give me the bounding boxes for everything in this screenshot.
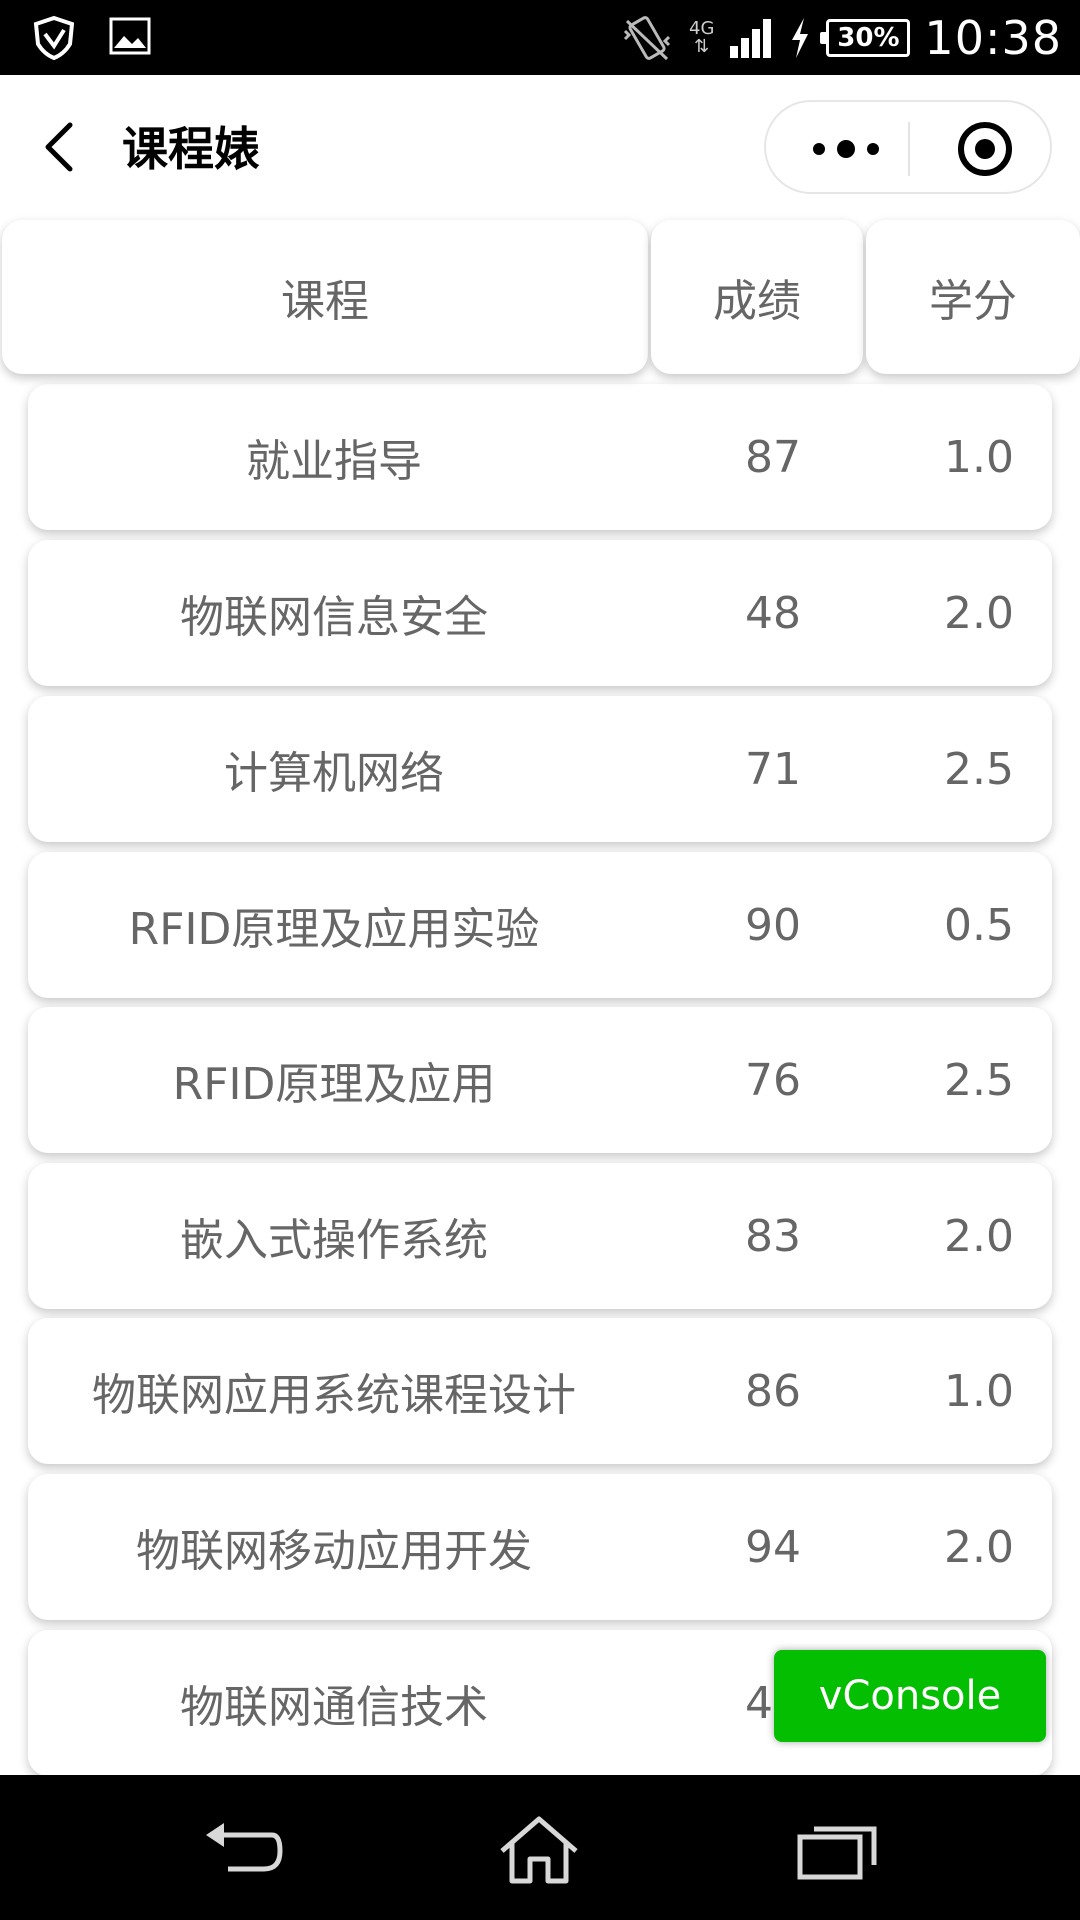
course-credit: 2.0 — [944, 587, 1014, 639]
course-name: RFID原理及应用实验 — [128, 904, 540, 955]
vconsole-button[interactable]: vConsole — [774, 1650, 1046, 1742]
course-name: 就业指导 — [246, 436, 422, 487]
table-row[interactable]: RFID原理及应用实验 90 0.5 — [28, 852, 1052, 998]
table-row[interactable]: 计算机网络 71 2.5 — [28, 696, 1052, 842]
course-credit: 2.0 — [944, 1210, 1014, 1262]
back-arrow-icon[interactable] — [198, 1815, 288, 1885]
course-name: 物联网信息安全 — [180, 592, 488, 643]
table-row[interactable]: 物联网信息安全 48 2.0 — [28, 540, 1052, 686]
table-row[interactable]: 就业指导 87 1.0 — [28, 384, 1052, 530]
course-name: 物联网移动应用开发 — [136, 1526, 532, 1577]
column-header-course: 课程 — [2, 220, 648, 374]
system-navigation-bar — [0, 1775, 1080, 1920]
table-row[interactable]: 物联网移动应用开发 94 2.0 — [28, 1474, 1052, 1620]
recent-apps-icon[interactable] — [794, 1815, 884, 1885]
home-icon[interactable] — [494, 1815, 584, 1885]
course-name: 计算机网络 — [224, 748, 444, 799]
table-row[interactable]: RFID原理及应用 76 2.5 — [28, 1007, 1052, 1153]
table-row[interactable]: 物联网应用系统课程设计 86 1.0 — [28, 1318, 1052, 1464]
table-row[interactable]: 嵌入式操作系统 83 2.0 — [28, 1163, 1052, 1309]
course-credit: 2.5 — [944, 1054, 1014, 1106]
column-header-score: 成绩 — [651, 220, 863, 374]
column-header-credit: 学分 — [866, 220, 1080, 374]
course-credit: 2.0 — [944, 1521, 1014, 1573]
course-credit: 2.5 — [944, 743, 1014, 795]
course-credit: 0.5 — [944, 899, 1014, 951]
course-name: 物联网应用系统课程设计 — [92, 1370, 576, 1421]
course-name: 嵌入式操作系统 — [180, 1215, 488, 1266]
course-name: 物联网通信技术 — [180, 1682, 488, 1733]
course-name: RFID原理及应用 — [172, 1059, 496, 1110]
course-credit: 1.0 — [944, 1365, 1014, 1417]
course-credit: 1.0 — [944, 431, 1014, 483]
